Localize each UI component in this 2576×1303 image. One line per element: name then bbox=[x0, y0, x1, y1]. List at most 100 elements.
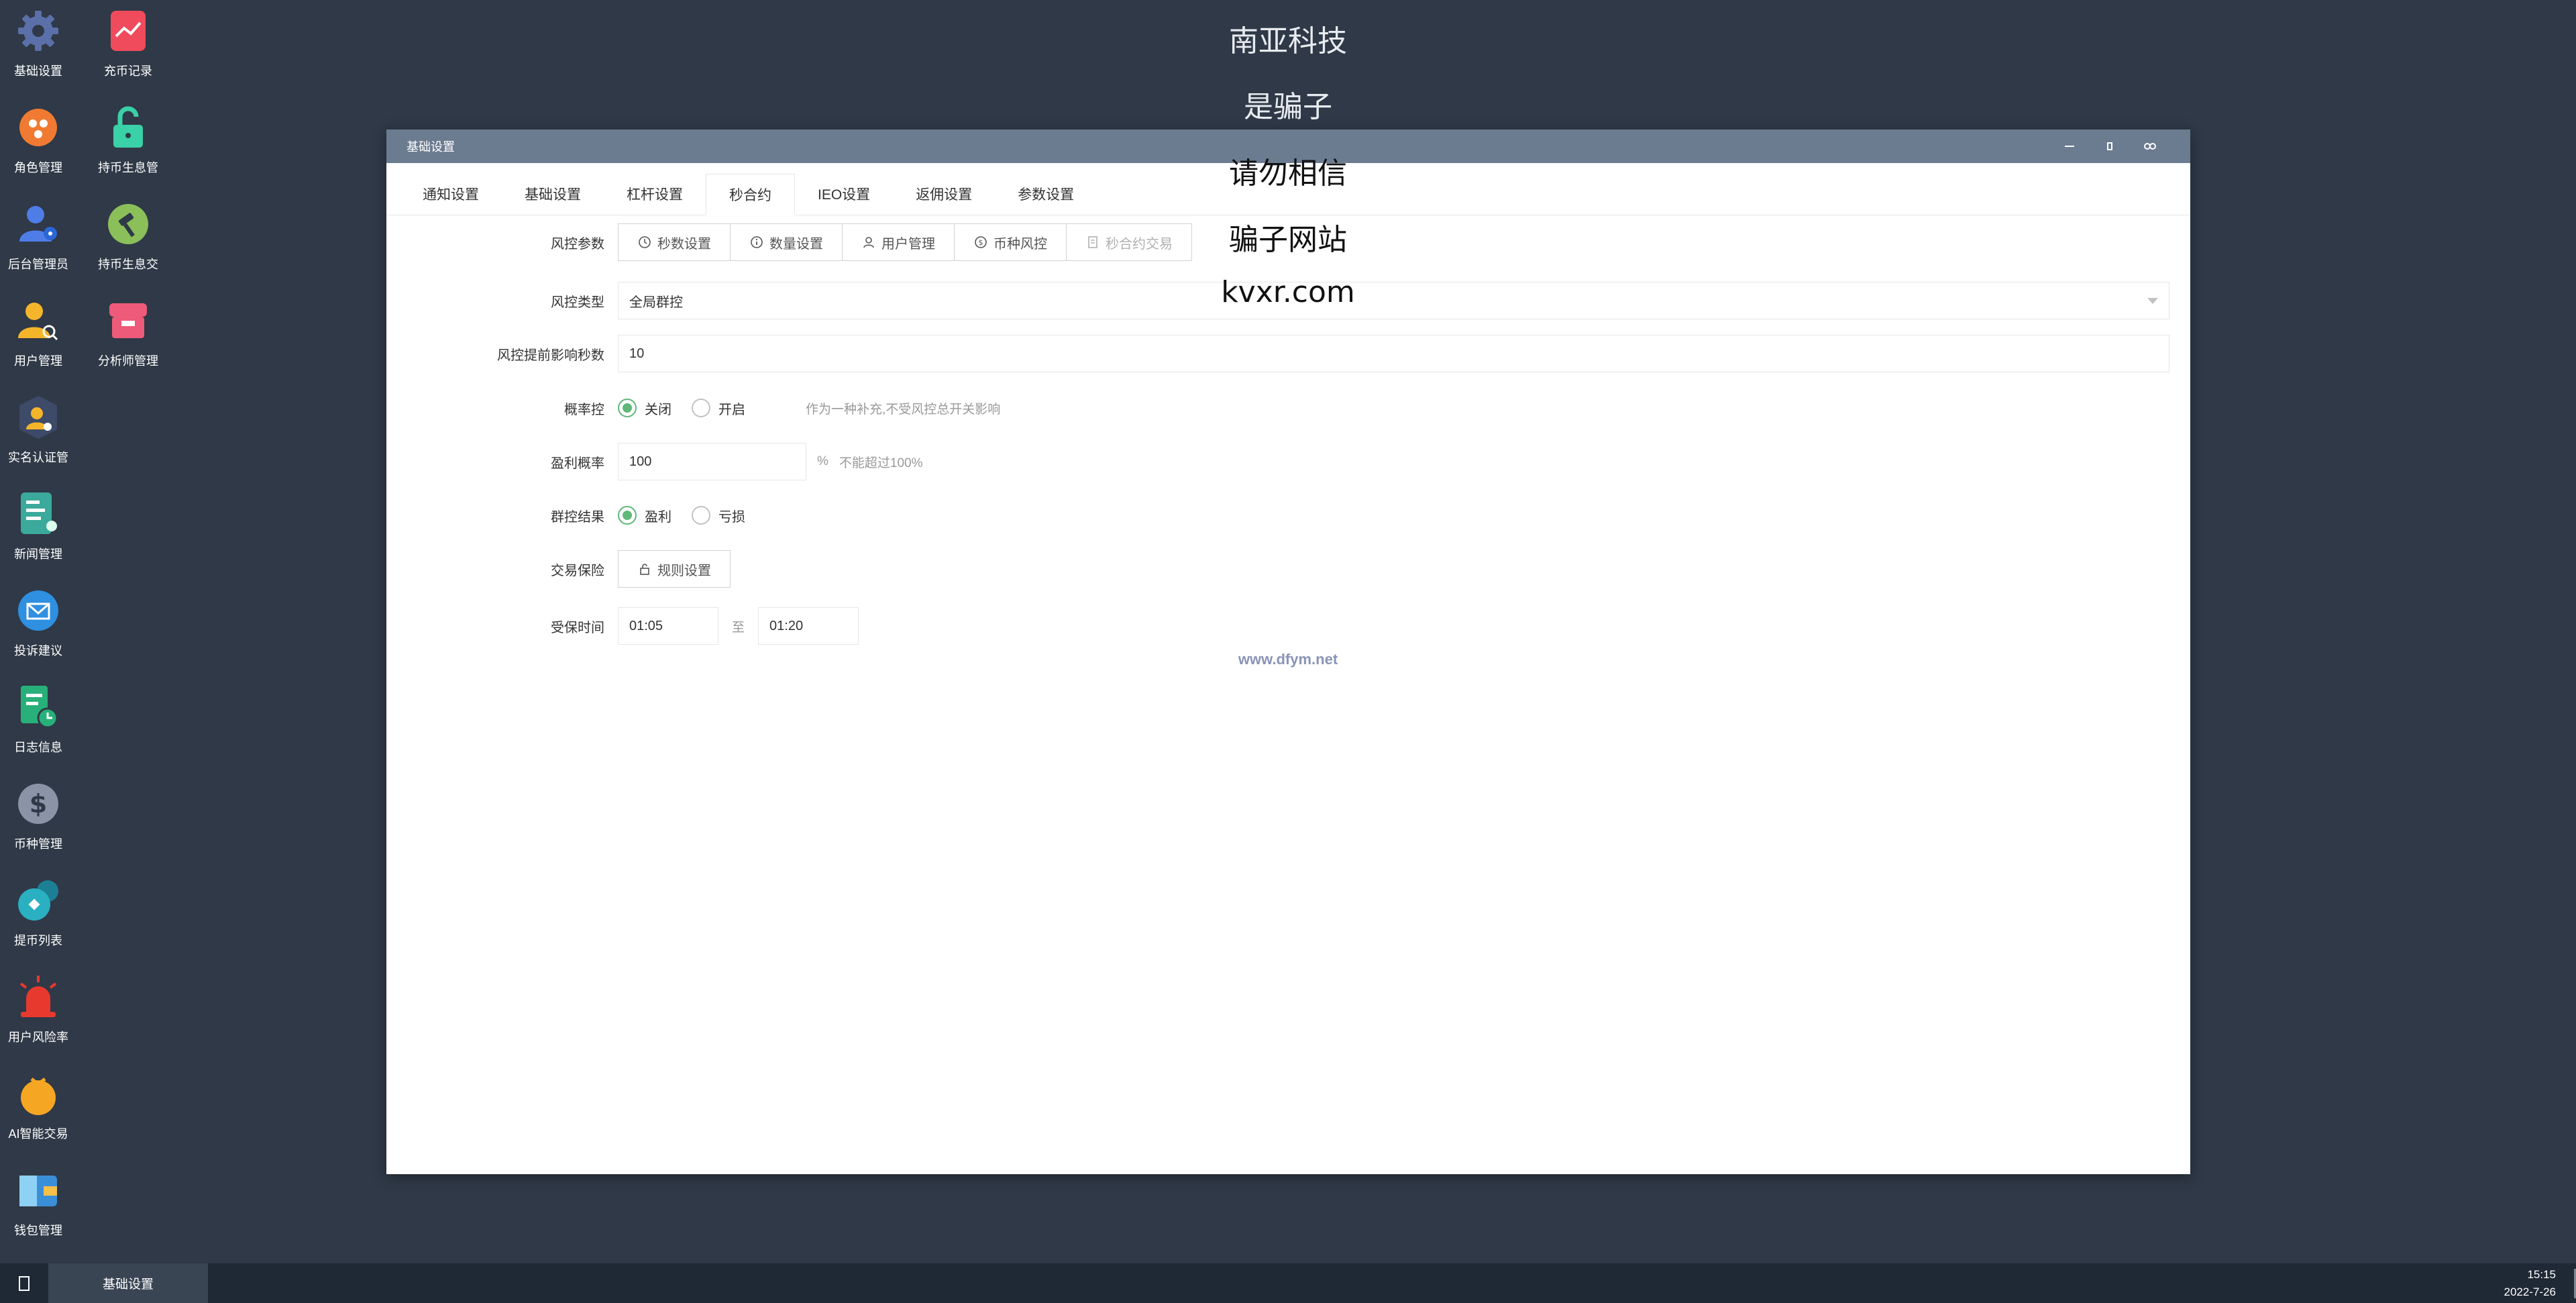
taskbar-item-settings[interactable]: 基础设置 bbox=[48, 1263, 208, 1303]
radio-unchecked-icon bbox=[692, 506, 710, 525]
seconds-setting-button[interactable]: 秒数设置 bbox=[619, 224, 731, 260]
quantity-setting-button[interactable]: 数量设置 bbox=[731, 224, 843, 260]
desktop-icon-ai-bag[interactable]: AI智能交易 bbox=[1, 1070, 75, 1157]
phone-icon bbox=[19, 1275, 30, 1291]
desktop-icon-withdraw[interactable]: 提币列表 bbox=[1, 876, 75, 963]
desktop-icon-label: 持币生息交 bbox=[98, 258, 158, 271]
dollar-icon: $ bbox=[14, 780, 62, 828]
svg-text:$: $ bbox=[30, 789, 47, 819]
close-icon bbox=[2144, 143, 2156, 150]
rule-setting-button[interactable]: 规则设置 bbox=[618, 550, 731, 588]
desktop-icon-unlock[interactable]: 持币生息管 bbox=[91, 103, 165, 191]
advance-seconds-input[interactable]: 10 bbox=[618, 335, 2169, 372]
profit-probability-unit: % bbox=[817, 454, 828, 468]
coin-risk-button[interactable]: $ 币种风控 bbox=[955, 224, 1067, 260]
profit-probability-input[interactable]: 100 bbox=[618, 443, 806, 480]
profit-probability-hint: 不能超过100% bbox=[839, 456, 923, 470]
probability-off-label: 关闭 bbox=[645, 402, 672, 417]
clock-date: 2022-7-26 bbox=[2504, 1285, 2556, 1298]
desktop-icon-label: 后台管理员 bbox=[8, 258, 68, 271]
profit-probability-label: 盈利概率 bbox=[551, 456, 604, 471]
rule-setting-label: 规则设置 bbox=[657, 563, 711, 578]
probability-on-radio[interactable]: 开启 bbox=[692, 399, 745, 418]
coin-icon: $ bbox=[975, 236, 987, 248]
start-button[interactable] bbox=[0, 1263, 48, 1303]
tab-basic[interactable]: 基础设置 bbox=[502, 173, 604, 215]
desktop-icon-hammer[interactable]: 持币生息交 bbox=[91, 200, 165, 287]
coin-risk-label: 币种风控 bbox=[994, 236, 1047, 252]
desktop-icon-user-search[interactable]: 用户管理 bbox=[1, 297, 75, 384]
insurance-label: 交易保险 bbox=[551, 563, 604, 578]
close-button[interactable] bbox=[2130, 129, 2170, 163]
watermark-line-2: 是骗子 bbox=[1244, 90, 1332, 124]
taskbar-clock[interactable]: 15:15 2022-7-26 bbox=[2504, 1263, 2556, 1303]
desktop-icon-roles[interactable]: 角色管理 bbox=[1, 103, 75, 191]
insured-time-from-value: 01:05 bbox=[629, 618, 663, 633]
insured-time-to-input[interactable]: 01:20 bbox=[758, 607, 859, 645]
tab-notify[interactable]: 通知设置 bbox=[400, 173, 502, 215]
desktop-icon-gear[interactable]: 基础设置 bbox=[1, 7, 75, 94]
watermark-line-1: 南亚科技 bbox=[1229, 24, 1347, 58]
desktop-icon-label: 钱包管理 bbox=[14, 1224, 62, 1237]
desktop-icon-label: 基础设置 bbox=[14, 64, 62, 78]
watermark-line-4: 骗子网站 bbox=[1229, 223, 1347, 257]
profit-probability-value: 100 bbox=[629, 454, 652, 469]
row-profit-probability: 盈利概率 100 % 不能超过100% bbox=[386, 443, 2190, 480]
radio-unchecked-icon bbox=[692, 399, 710, 417]
wallet-icon bbox=[14, 1166, 62, 1214]
desktop-icon-label: 持币生息管 bbox=[98, 161, 158, 174]
desktop-icon-label: 实名认证管 bbox=[8, 451, 68, 464]
hammer-icon bbox=[104, 200, 152, 248]
shop-icon bbox=[104, 297, 152, 345]
minimize-button[interactable] bbox=[2049, 129, 2090, 163]
tab-ieo[interactable]: IEO设置 bbox=[795, 173, 893, 215]
group-result-loss-label: 亏损 bbox=[718, 509, 745, 525]
maximize-button[interactable] bbox=[2090, 129, 2130, 163]
row-probability-control: 概率控 关闭 开启 作为一种补充,不受风控总开关影响 bbox=[386, 389, 2190, 427]
tab-rebate[interactable]: 返佣设置 bbox=[893, 173, 995, 215]
desktop-icon-chart-card[interactable]: 充币记录 bbox=[91, 7, 165, 94]
desktop-icon-label: 新闻管理 bbox=[14, 548, 62, 561]
desktop-icon-label: 日志信息 bbox=[14, 741, 62, 754]
roles-icon bbox=[14, 103, 62, 152]
user-management-button[interactable]: 用户管理 bbox=[843, 224, 955, 260]
row-advance-seconds: 风控提前影响秒数 10 bbox=[386, 335, 2190, 372]
desktop-icon-label: 角色管理 bbox=[14, 161, 62, 174]
unlock-icon bbox=[104, 103, 152, 152]
insured-time-label: 受保时间 bbox=[551, 620, 604, 635]
tab-leverage[interactable]: 杠杆设置 bbox=[604, 173, 706, 215]
insured-time-separator: 至 bbox=[732, 620, 745, 635]
svg-text:$: $ bbox=[979, 238, 983, 247]
watermark-line-3: 请勿相信 bbox=[1229, 156, 1347, 191]
risk-type-value: 全局群控 bbox=[629, 295, 683, 310]
desktop-icon-mail[interactable]: 投诉建议 bbox=[1, 586, 75, 674]
user-management-label: 用户管理 bbox=[881, 236, 935, 252]
desktop-icon-label: 充币记录 bbox=[104, 64, 152, 78]
insured-time-from-input[interactable]: 01:05 bbox=[618, 607, 718, 645]
desktop-icon-verified-user[interactable]: 实名认证管 bbox=[1, 393, 75, 480]
probability-off-radio[interactable]: 关闭 bbox=[618, 399, 672, 418]
minimize-icon bbox=[2065, 146, 2074, 147]
desktop-icon-log[interactable]: 日志信息 bbox=[1, 683, 75, 770]
maximize-icon bbox=[2107, 142, 2112, 150]
group-result-profit-radio[interactable]: 盈利 bbox=[618, 506, 672, 525]
desktop-icon-label: 用户风险率 bbox=[8, 1031, 68, 1044]
clock-time: 15:15 bbox=[2527, 1267, 2556, 1281]
tab-params[interactable]: 参数设置 bbox=[995, 173, 1097, 215]
desktop-icon-news[interactable]: 新闻管理 bbox=[1, 490, 75, 577]
lock-icon bbox=[640, 564, 649, 575]
desktop-icon-admin-user[interactable]: 后台管理员 bbox=[1, 200, 75, 287]
group-result-loss-radio[interactable]: 亏损 bbox=[692, 506, 745, 525]
advance-seconds-label: 风控提前影响秒数 bbox=[497, 348, 604, 363]
desktop-icon-label: 分析师管理 bbox=[98, 354, 158, 368]
watermark-line-5: kvxr.com bbox=[1221, 275, 1355, 309]
desktop-icon-wallet[interactable]: 钱包管理 bbox=[1, 1166, 75, 1253]
group-result-profit-label: 盈利 bbox=[645, 509, 672, 525]
desktop-icon-alarm[interactable]: 用户风险率 bbox=[1, 973, 75, 1060]
tab-second-contract[interactable]: 秒合约 bbox=[706, 174, 795, 215]
probability-hint: 作为一种补充,不受风控总开关影响 bbox=[806, 402, 1001, 417]
chevron-down-icon bbox=[2147, 297, 2158, 304]
verified-user-icon bbox=[14, 393, 62, 441]
desktop-icon-shop[interactable]: 分析师管理 bbox=[91, 297, 165, 384]
desktop-icon-dollar[interactable]: $ 币种管理 bbox=[1, 780, 75, 867]
